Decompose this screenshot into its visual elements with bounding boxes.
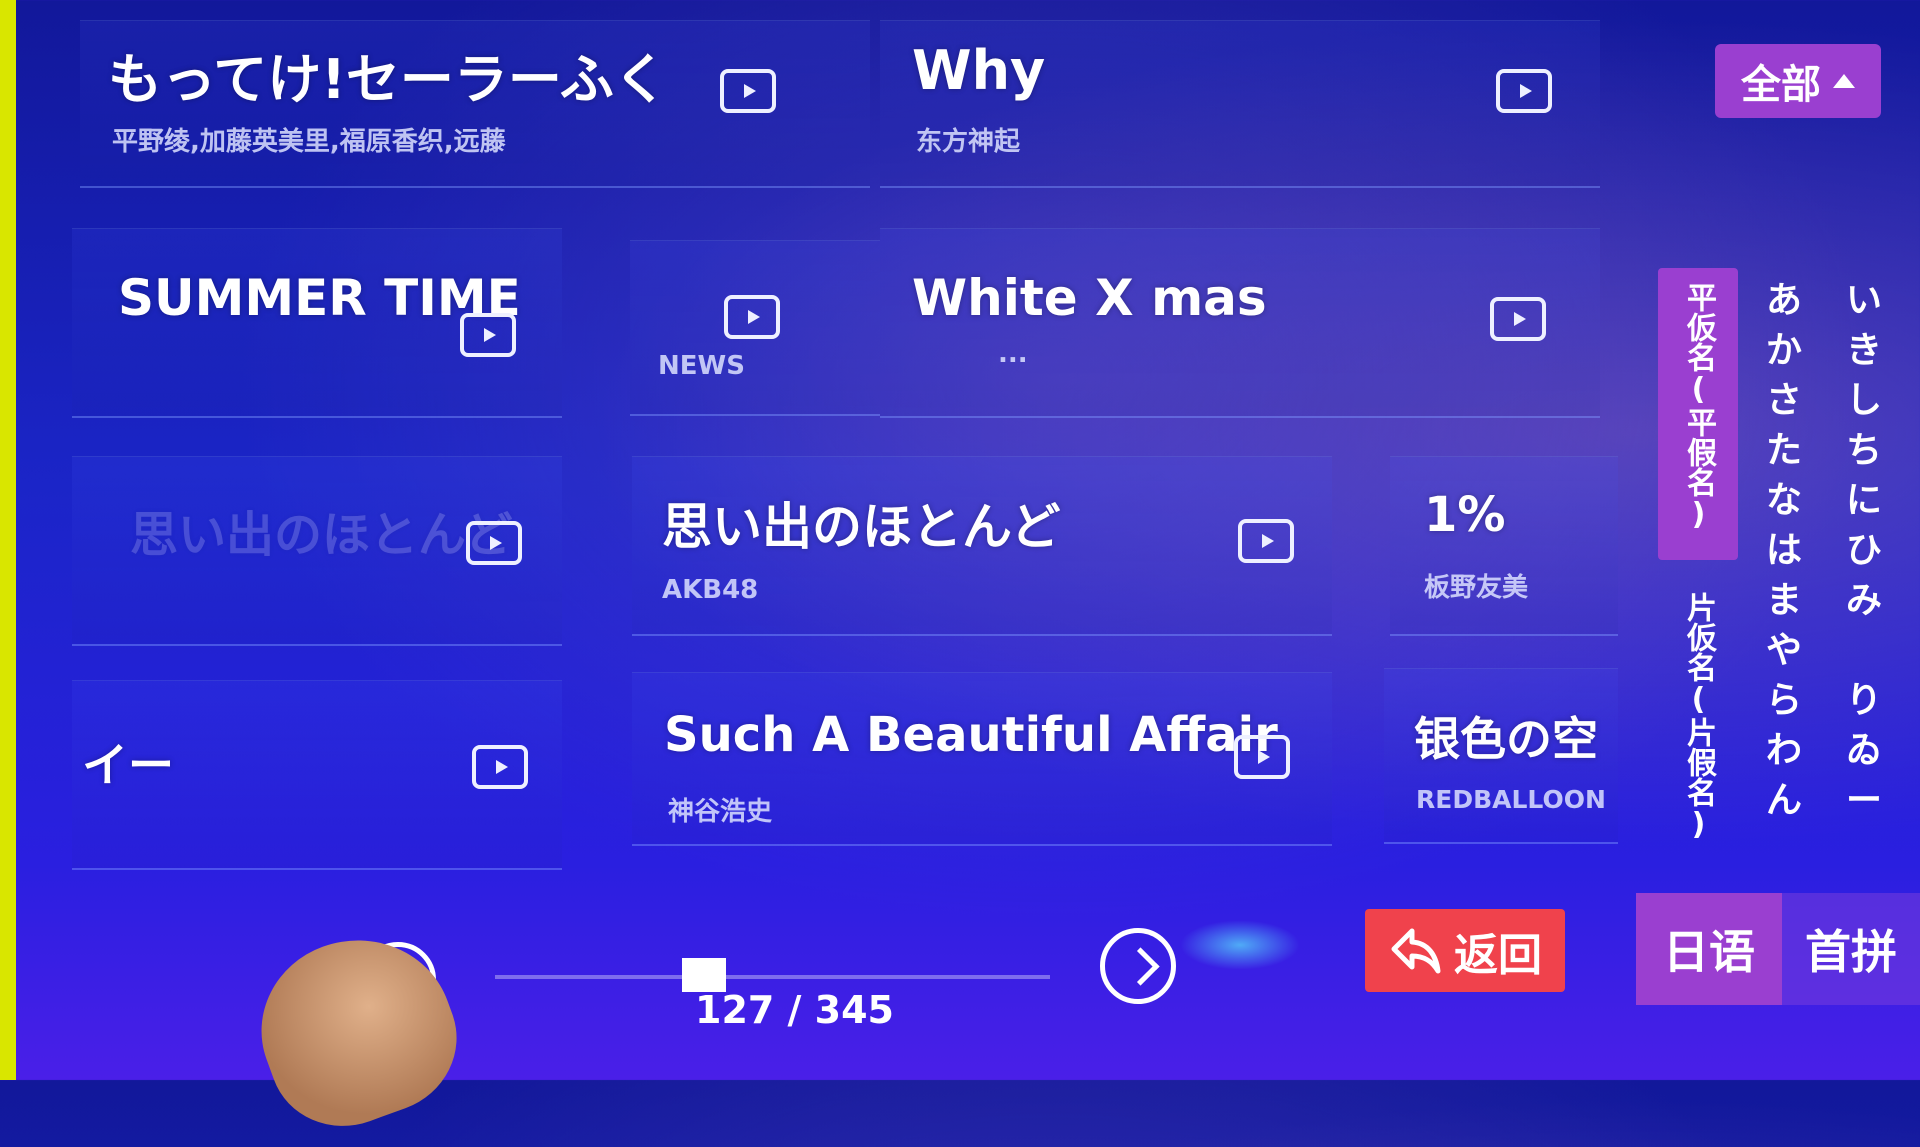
song-card[interactable]: SUMMER TIME (72, 228, 562, 418)
tab-pinyin-label: 首拼 (1805, 925, 1897, 979)
play-icon[interactable] (460, 313, 516, 357)
tab-hiragana-label: 平仮名(平假名) (1681, 282, 1716, 532)
kana-key[interactable]: い (1842, 276, 1886, 326)
song-card[interactable]: 1% 板野友美 (1390, 456, 1618, 636)
back-arrow-icon (1391, 928, 1441, 973)
song-title: 1% (1424, 487, 1506, 543)
kana-key[interactable]: ー (1842, 776, 1886, 826)
kana-column-i: い き し ち に ひ み り ゐ ー (1842, 276, 1886, 826)
song-artist: 平野绫,加藤英美里,福原香织,远藤 (112, 127, 506, 157)
next-page-button[interactable] (1100, 928, 1176, 1004)
kana-key[interactable]: ら (1762, 676, 1806, 726)
play-icon[interactable] (1234, 735, 1290, 779)
play-icon[interactable] (1496, 69, 1552, 113)
play-icon[interactable] (724, 295, 780, 339)
song-card[interactable]: 思い出のほとんど (72, 456, 562, 646)
song-title: Why (912, 39, 1046, 102)
kana-key[interactable]: し (1842, 376, 1886, 426)
kana-key[interactable]: や (1762, 626, 1806, 676)
kana-key[interactable]: に (1842, 476, 1886, 526)
kana-key[interactable]: み (1842, 576, 1886, 626)
page-slider-track[interactable] (495, 975, 1050, 979)
song-artist: 神谷浩史 (668, 797, 773, 827)
page-slider-thumb[interactable] (682, 958, 726, 992)
song-title: 银色の空 (1414, 712, 1598, 766)
back-button[interactable]: 返回 (1365, 909, 1565, 992)
tab-japanese-label: 日语 (1663, 925, 1755, 979)
song-title: Such A Beautiful Affair (664, 707, 1278, 763)
tab-japanese[interactable]: 日语 (1636, 893, 1782, 1005)
screen-edge (0, 0, 16, 1080)
back-label: 返回 (1454, 929, 1542, 981)
song-card[interactable]: 思い出のほとんど AKB48 (632, 456, 1332, 636)
kana-key[interactable]: か (1762, 326, 1806, 376)
filter-all-button[interactable]: 全部 (1715, 44, 1881, 118)
kana-key[interactable]: な (1762, 476, 1806, 526)
song-card[interactable]: もってけ!セーラーふく 平野绫,加藤英美里,福原香织,远藤 (80, 20, 870, 188)
tab-katakana[interactable]: 片仮名(片假名) (1658, 578, 1738, 842)
chevron-right-icon (1121, 947, 1160, 986)
tab-katakana-label: 片仮名(片假名) (1681, 592, 1716, 842)
song-artist: NEWS (658, 351, 745, 381)
song-artist: ... (998, 339, 1028, 369)
kana-key[interactable]: ひ (1842, 526, 1886, 576)
song-artist: REDBALLOON (1416, 785, 1606, 814)
song-card[interactable]: Why 东方神起 (880, 20, 1600, 188)
play-icon[interactable] (720, 69, 776, 113)
floor-glow (1180, 920, 1300, 970)
song-card[interactable]: Such A Beautiful Affair 神谷浩史 (632, 672, 1332, 846)
song-card[interactable]: イー (72, 680, 562, 870)
song-artist: AKB48 (662, 575, 759, 605)
song-title: 思い出のほとんど (130, 507, 513, 563)
kana-column-a: あ か さ た な は ま や ら わ ん (1762, 276, 1806, 826)
kana-key[interactable]: き (1842, 326, 1886, 376)
play-icon[interactable] (466, 521, 522, 565)
kana-key[interactable]: ん (1762, 776, 1806, 826)
kana-key[interactable]: ま (1762, 576, 1806, 626)
song-title: もってけ!セーラーふく (108, 48, 668, 111)
kana-key[interactable]: は (1762, 526, 1806, 576)
kana-key[interactable]: ゐ (1842, 726, 1886, 776)
tab-pinyin[interactable]: 首拼 (1782, 893, 1920, 1005)
play-icon[interactable] (472, 745, 528, 789)
song-artist: 板野友美 (1424, 573, 1529, 603)
song-card[interactable]: NEWS (630, 240, 880, 416)
play-icon[interactable] (1490, 297, 1546, 341)
song-card[interactable]: 银色の空 REDBALLOON (1384, 668, 1618, 844)
filter-all-label: 全部 (1741, 62, 1821, 108)
kana-key[interactable]: り (1842, 676, 1886, 726)
finger-overlay (236, 912, 478, 1147)
kana-key[interactable]: た (1762, 426, 1806, 476)
kana-key[interactable]: あ (1762, 276, 1806, 326)
song-title: イー (82, 738, 174, 792)
page-indicator: 127 / 345 (695, 988, 894, 1032)
kana-key[interactable]: わ (1762, 726, 1806, 776)
play-icon[interactable] (1238, 519, 1294, 563)
kana-key[interactable]: さ (1762, 376, 1806, 426)
kana-key[interactable]: ち (1842, 426, 1886, 476)
caret-up-icon (1833, 74, 1855, 88)
kana-key[interactable] (1842, 626, 1886, 676)
song-card[interactable]: White X mas ... (880, 228, 1600, 418)
song-title: 思い出のほとんど (662, 498, 1061, 556)
song-artist: 东方神起 (916, 127, 1021, 157)
tab-hiragana[interactable]: 平仮名(平假名) (1658, 268, 1738, 560)
song-title: White X mas (912, 269, 1267, 327)
